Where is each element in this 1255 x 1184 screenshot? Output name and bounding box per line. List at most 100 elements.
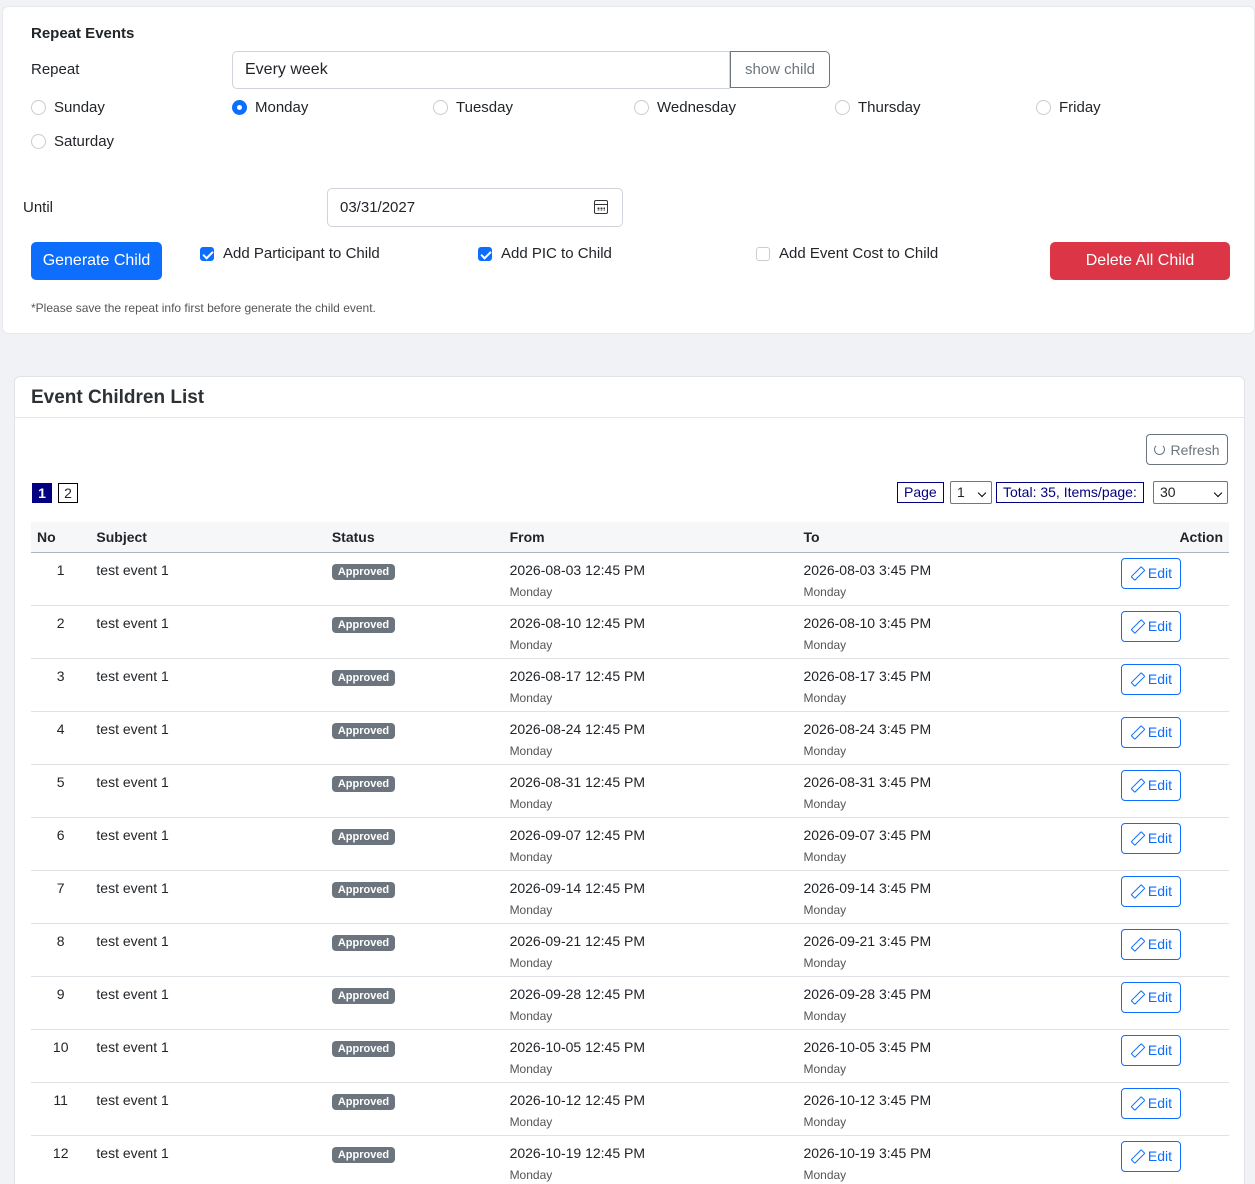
row-action-cell: Edit: [1091, 870, 1229, 923]
save-note: *Please save the repeat info first befor…: [31, 301, 376, 315]
day-radio-sunday[interactable]: Sunday: [31, 99, 105, 116]
row-from-cell: 2026-09-07 12:45 PM Monday: [504, 817, 798, 870]
status-badge: Approved: [331, 828, 396, 845]
edit-button[interactable]: Edit: [1121, 1087, 1182, 1119]
event-children-title: Event Children List: [15, 377, 1244, 418]
row-subject: test event 1: [96, 667, 169, 684]
pencil-icon: [1131, 885, 1143, 897]
row-from-day: Monday: [509, 743, 553, 758]
row-no: 4: [56, 720, 65, 737]
checkbox-icon[interactable]: [756, 246, 770, 261]
row-status-cell: Approved: [326, 605, 504, 658]
row-no: 3: [56, 667, 65, 684]
day-radio-wednesday[interactable]: Wednesday: [634, 99, 736, 116]
delete-all-child-button[interactable]: Delete All Child: [1050, 242, 1230, 280]
edit-label: Edit: [1147, 777, 1172, 793]
day-radio-saturday[interactable]: Saturday: [31, 133, 114, 150]
checkbox-checked-icon[interactable]: [200, 246, 214, 261]
day-radio-tuesday[interactable]: Tuesday: [433, 99, 513, 116]
edit-button[interactable]: Edit: [1121, 663, 1182, 695]
radio-selected-icon[interactable]: [232, 100, 247, 115]
table-row: 1 test event 1 Approved 2026-08-03 12:45 PM…: [31, 552, 1229, 605]
radio-icon[interactable]: [634, 100, 649, 115]
edit-button[interactable]: Edit: [1121, 769, 1182, 801]
row-to-datetime: 2026-08-03 3:45 PM: [803, 561, 932, 578]
until-date-input[interactable]: 03/31/2027: [327, 188, 623, 227]
row-from-datetime: 2026-09-21 12:45 PM: [509, 932, 645, 949]
day-label: Wednesday: [657, 99, 736, 116]
add-participant-checkbox[interactable]: Add Participant to Child: [200, 245, 380, 262]
row-no: 10: [52, 1038, 69, 1055]
checkbox-checked-icon[interactable]: [478, 246, 492, 261]
page-link-1[interactable]: 1: [32, 483, 52, 503]
edit-button[interactable]: Edit: [1121, 928, 1182, 960]
status-badge: Approved: [331, 775, 396, 792]
row-action-cell: Edit: [1091, 552, 1229, 605]
add-pic-checkbox[interactable]: Add PIC to Child: [478, 245, 612, 262]
column-header-action: Action: [1179, 528, 1223, 545]
radio-icon[interactable]: [31, 100, 46, 115]
row-subject: test event 1: [96, 1038, 169, 1055]
row-from-datetime: 2026-10-19 12:45 PM: [509, 1144, 645, 1161]
row-subject: test event 1: [96, 720, 169, 737]
edit-label: Edit: [1147, 1095, 1172, 1111]
pencil-icon: [1131, 1097, 1143, 1109]
row-to-day: Monday: [803, 796, 847, 811]
calendar-icon[interactable]: [594, 200, 608, 214]
radio-icon[interactable]: [835, 100, 850, 115]
pencil-icon: [1131, 1150, 1143, 1162]
table-row: 10 test event 1 Approved 2026-10-05 12:45 P…: [31, 1029, 1229, 1082]
radio-icon[interactable]: [31, 134, 46, 149]
items-per-page-select[interactable]: 30: [1153, 481, 1228, 504]
edit-button[interactable]: Edit: [1121, 822, 1182, 854]
row-to-cell: 2026-09-21 3:45 PM Monday: [797, 923, 1091, 976]
page-link-2[interactable]: 2: [58, 483, 78, 503]
radio-icon[interactable]: [433, 100, 448, 115]
row-from-cell: 2026-08-17 12:45 PM Monday: [504, 658, 798, 711]
until-date-value: 03/31/2027: [340, 199, 416, 216]
column-header-from: From: [509, 528, 545, 545]
repeat-label: Repeat: [31, 61, 80, 78]
row-to-cell: 2026-09-28 3:45 PM Monday: [797, 976, 1091, 1029]
edit-button[interactable]: Edit: [1121, 1140, 1182, 1172]
edit-button[interactable]: Edit: [1121, 1034, 1182, 1066]
edit-button[interactable]: Edit: [1121, 716, 1182, 748]
repeat-select[interactable]: Every week: [232, 51, 730, 89]
edit-button[interactable]: Edit: [1121, 981, 1182, 1013]
row-subject: test event 1: [96, 826, 169, 843]
show-child-button[interactable]: show child: [730, 51, 830, 88]
table-body: 1 test event 1 Approved 2026-08-03 12:45 PM…: [31, 552, 1229, 1184]
edit-label: Edit: [1147, 618, 1172, 634]
generate-child-button[interactable]: Generate Child: [31, 242, 162, 280]
row-from-datetime: 2026-08-17 12:45 PM: [509, 667, 645, 684]
day-radio-thursday[interactable]: Thursday: [835, 99, 921, 116]
column-header-no: No: [37, 528, 56, 545]
table-row: 4 test event 1 Approved 2026-08-24 12:45 PM…: [31, 711, 1229, 764]
day-radio-monday[interactable]: Monday: [232, 99, 308, 116]
status-badge: Approved: [331, 563, 396, 580]
add-event-cost-checkbox[interactable]: Add Event Cost to Child: [756, 245, 938, 262]
day-label: Thursday: [858, 99, 921, 116]
row-to-cell: 2026-08-31 3:45 PM Monday: [797, 764, 1091, 817]
row-no: 7: [56, 879, 65, 896]
row-status-cell: Approved: [326, 870, 504, 923]
day-radio-friday[interactable]: Friday: [1036, 99, 1101, 116]
day-label: Monday: [255, 99, 309, 116]
refresh-button[interactable]: Refresh: [1146, 434, 1228, 465]
pencil-icon: [1131, 991, 1143, 1003]
radio-icon[interactable]: [1036, 100, 1051, 115]
row-subject: test event 1: [96, 561, 169, 578]
row-to-datetime: 2026-08-17 3:45 PM: [803, 667, 932, 684]
page-select-value: 1: [957, 484, 965, 500]
page-label: Page: [897, 482, 944, 503]
row-to-cell: 2026-08-24 3:45 PM Monday: [797, 711, 1091, 764]
edit-button[interactable]: Edit: [1121, 557, 1182, 589]
row-to-day: Monday: [803, 902, 847, 917]
row-from-day: Monday: [509, 849, 553, 864]
table-row: 6 test event 1 Approved 2026-09-07 12:45 PM…: [31, 817, 1229, 870]
row-subject: test event 1: [96, 932, 169, 949]
edit-button[interactable]: Edit: [1121, 610, 1182, 642]
row-no: 6: [56, 826, 65, 843]
page-select[interactable]: 1: [950, 481, 992, 504]
edit-button[interactable]: Edit: [1121, 875, 1182, 907]
